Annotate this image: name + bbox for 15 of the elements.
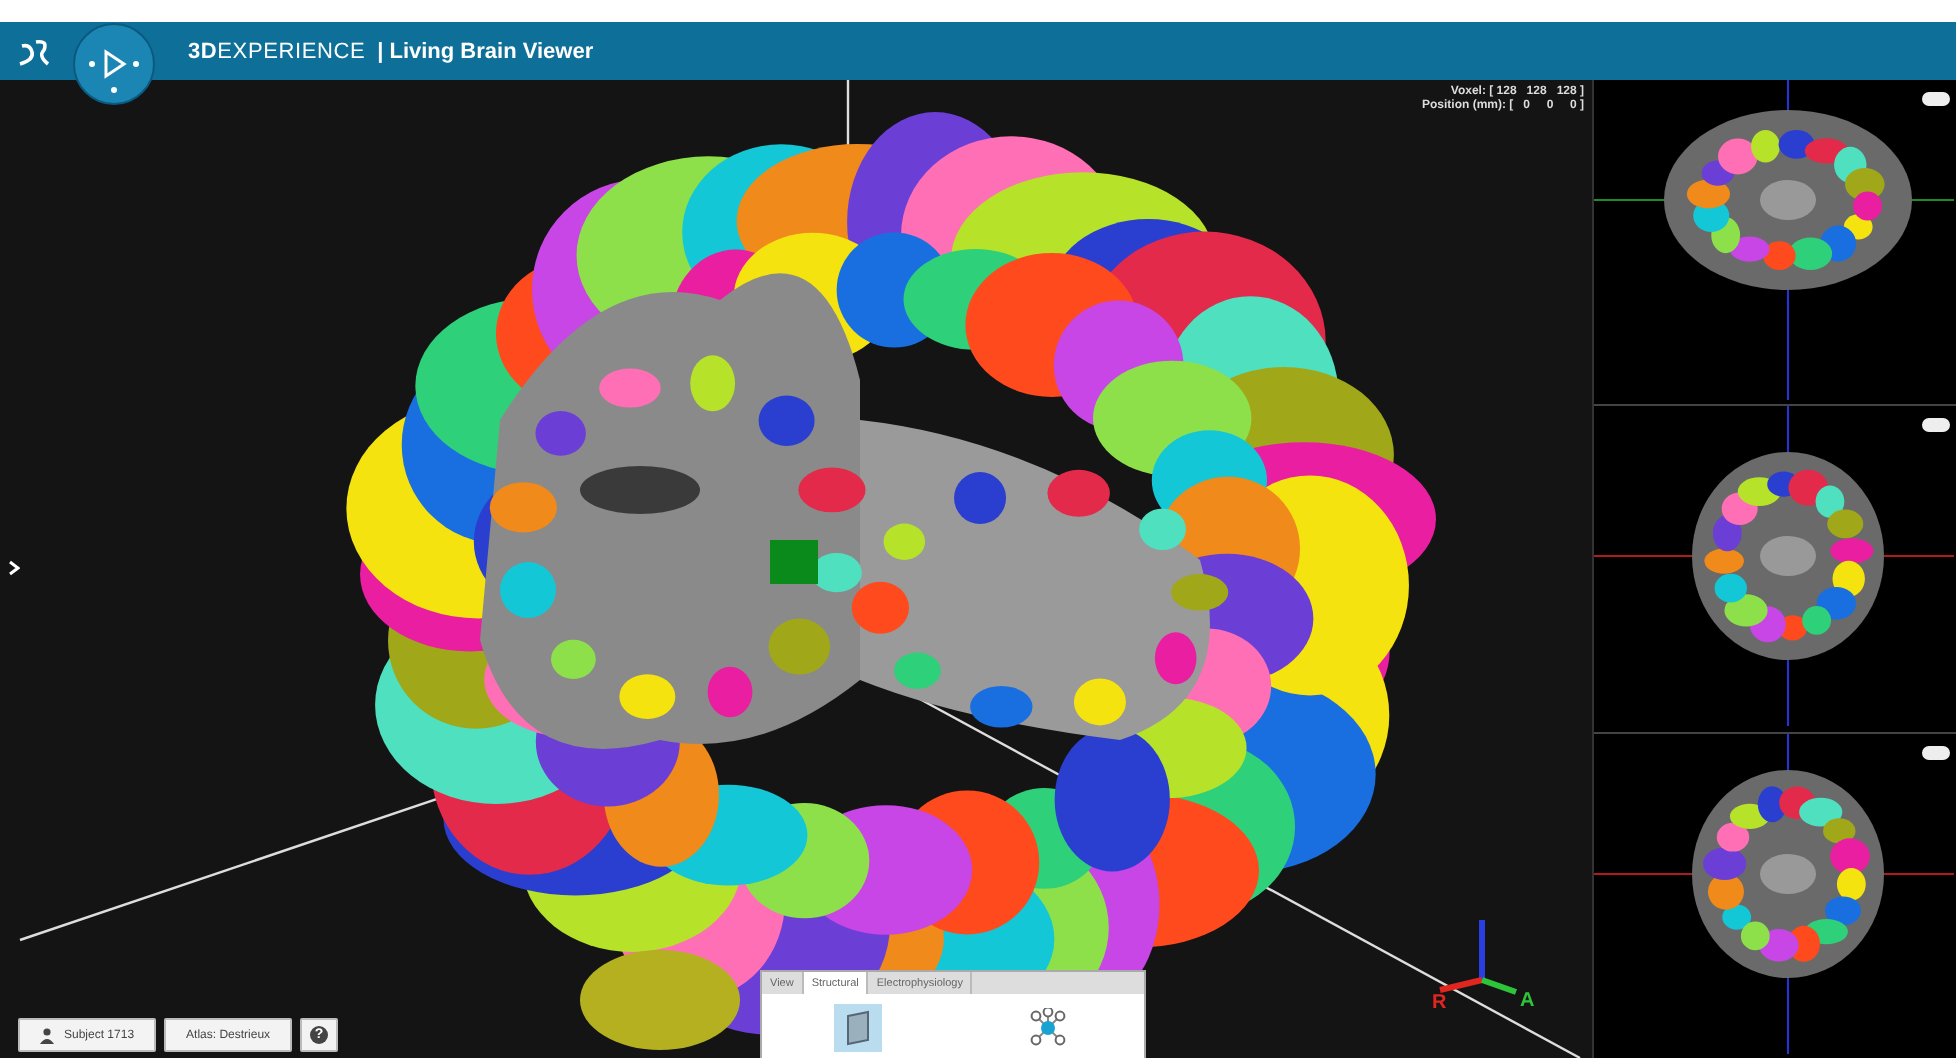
compass-icon[interactable]: [72, 22, 156, 106]
expand-chevron-icon[interactable]: [8, 560, 20, 576]
network-icon: [1028, 1007, 1069, 1047]
logo-icon: [16, 35, 52, 67]
app-title: | Living Brain Viewer: [377, 39, 594, 63]
slab-icon: [841, 1009, 874, 1045]
slab-tool-button[interactable]: [833, 1003, 882, 1051]
slice-badge-icon[interactable]: [1922, 92, 1950, 106]
axis-label: R: [1432, 992, 1447, 1014]
axis-label: A: [1520, 990, 1535, 1012]
slice-badge-icon[interactable]: [1922, 418, 1950, 433]
slice-badge-icon[interactable]: [1922, 745, 1950, 760]
person-icon: [40, 1027, 54, 1043]
axes-gizmo-icon: [1439, 920, 1517, 995]
brand-name: 3DEXPERIENCE: [188, 39, 366, 63]
